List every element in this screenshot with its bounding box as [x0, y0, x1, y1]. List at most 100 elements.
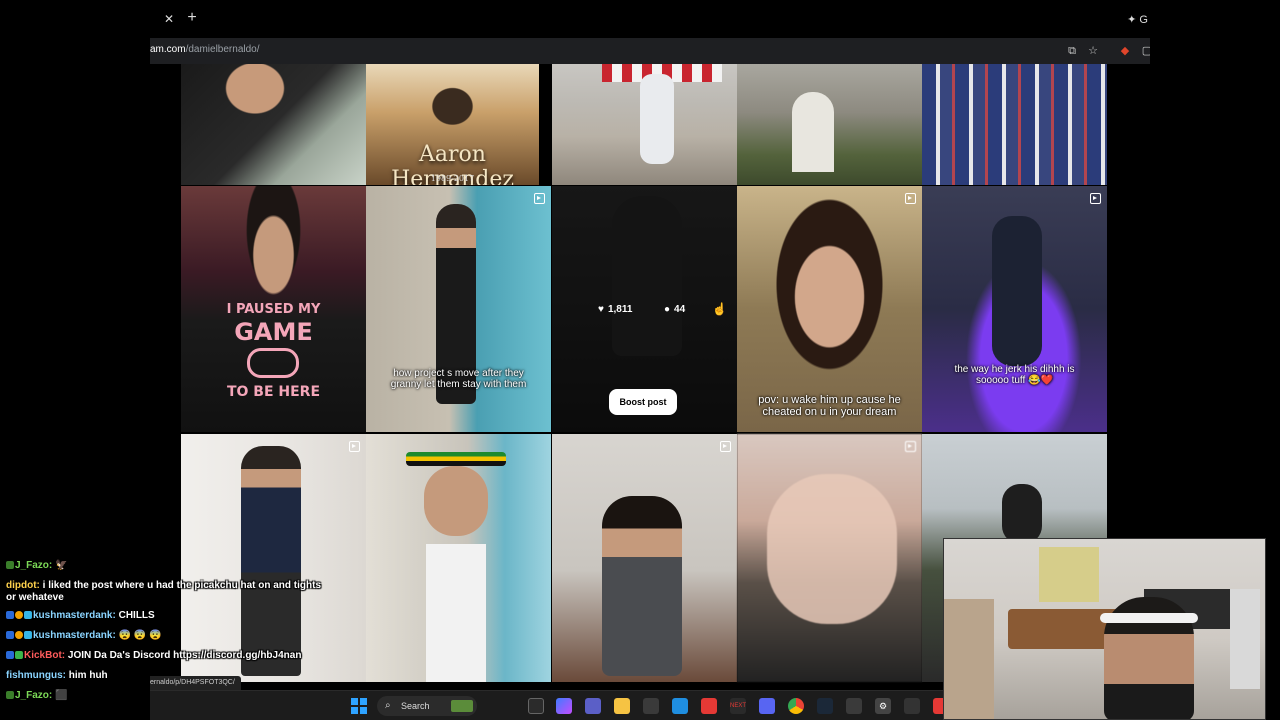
- chat-username: J_Fazo:: [15, 690, 53, 701]
- reel-icon: [720, 441, 731, 452]
- chat-message: J_Fazo: 🦅: [6, 560, 326, 572]
- extension-icon[interactable]: ◆: [1118, 44, 1132, 58]
- tank-top: [426, 544, 486, 682]
- chat-text: CHILLS: [118, 610, 155, 621]
- close-tab-icon[interactable]: ✕: [162, 12, 176, 26]
- edge-icon[interactable]: [672, 698, 688, 714]
- tab-bar: ✕ + ✦ G: [150, 0, 1150, 38]
- windows-start-icon[interactable]: [351, 698, 367, 714]
- reel-icon: [905, 441, 916, 452]
- shirt-text-line2: GAME: [234, 318, 313, 346]
- post-tile[interactable]: the way he jerk his dihhh is sooooo tuff…: [922, 186, 1107, 432]
- memorial-years: 1989-2017: [430, 174, 475, 183]
- stream-chat: J_Fazo: 🦅 dipdot: i liked the post where…: [6, 560, 326, 710]
- chat-badge-icon: [24, 611, 32, 619]
- chat-badge-icon: [24, 631, 32, 639]
- person-figure: [602, 496, 682, 676]
- controller-graphic: [247, 348, 299, 378]
- side-panel-icon[interactable]: ▢: [1140, 44, 1150, 58]
- post-tile[interactable]: [737, 64, 922, 185]
- chat-message: dipdot: i liked the post where u had the…: [6, 580, 326, 604]
- chat-badge-icon: [6, 561, 14, 569]
- gemini-button[interactable]: ✦ G: [1121, 12, 1150, 28]
- blurred-face: [767, 474, 897, 624]
- comment-bubble-icon: ●: [664, 304, 671, 315]
- person-figure: [1002, 484, 1042, 544]
- install-app-icon[interactable]: ⧉: [1065, 44, 1079, 58]
- post-tile[interactable]: how project s move after they granny let…: [366, 186, 551, 432]
- shirt-text-line3: TO BE HERE: [226, 384, 321, 400]
- face: [424, 466, 488, 536]
- new-tab-button[interactable]: +: [184, 10, 200, 26]
- post-tile[interactable]: I PAUSED MY GAME TO BE HERE: [181, 186, 366, 432]
- address-bar[interactable]: am.com/damielbernaldo/ ⧉ ☆ ◆ ▢: [150, 38, 1150, 64]
- chrome-icon[interactable]: [788, 698, 804, 714]
- post-tile[interactable]: Aaron Hernandez 1989-2017: [366, 64, 539, 185]
- steam-icon[interactable]: [817, 698, 833, 714]
- post-caption: pov: u wake him up cause he cheated on u…: [758, 394, 901, 418]
- chat-text: i liked the post where u had the picakch…: [6, 580, 322, 603]
- post-tile[interactable]: pov: u wake him up cause he cheated on u…: [737, 186, 922, 432]
- app-gray-icon[interactable]: [846, 698, 862, 714]
- url-host: am.com: [150, 44, 186, 55]
- file-explorer-icon[interactable]: [614, 698, 630, 714]
- chat-username: fishmungus:: [6, 670, 66, 681]
- post-tile[interactable]: [552, 434, 737, 682]
- reel-icon: [349, 441, 360, 452]
- shelf: [1230, 589, 1260, 689]
- app-dark-icon[interactable]: [904, 698, 920, 714]
- streamer-webcam: [943, 538, 1266, 720]
- chat-text: 😨 😨 😨: [118, 630, 162, 641]
- headset: [1100, 613, 1198, 623]
- post-tile[interactable]: [922, 64, 1107, 185]
- bookmark-star-icon[interactable]: ☆: [1086, 44, 1100, 58]
- chat-badge-icon: [6, 691, 14, 699]
- person-figure: [640, 74, 674, 164]
- chat-badge-icon: [6, 611, 14, 619]
- chat-text: JOIN Da Da's Discord https://discord.gg/…: [67, 650, 302, 661]
- chat-username: kushmasterdank:: [33, 630, 116, 641]
- teams-icon[interactable]: [585, 698, 601, 714]
- chat-message: KickBot: JOIN Da Da's Discord https://di…: [6, 650, 326, 662]
- taskbar-search[interactable]: ⌕ Search: [377, 696, 477, 716]
- app-red-icon[interactable]: [701, 698, 717, 714]
- chat-username: J_Fazo:: [15, 560, 53, 571]
- settings-gear-icon[interactable]: ⚙: [875, 698, 891, 714]
- chat-message: kushmasterdank: CHILLS: [6, 610, 326, 622]
- like-count-value: 1,811: [607, 304, 633, 315]
- chat-badge-icon: [6, 631, 14, 639]
- like-count: ♥ 1,811: [598, 304, 632, 315]
- copilot-icon[interactable]: [556, 698, 572, 714]
- yellow-box: [1039, 547, 1099, 602]
- post-tile[interactable]: [552, 64, 737, 185]
- url-text[interactable]: am.com/damielbernaldo/: [150, 44, 260, 55]
- post-tile[interactable]: [366, 434, 551, 682]
- chat-text: ⬛: [55, 690, 68, 701]
- search-icon: ⌕: [385, 700, 391, 711]
- boost-post-button[interactable]: Boost post: [609, 389, 677, 415]
- chat-message: fishmungus: him huh: [6, 670, 326, 682]
- reel-icon: [534, 193, 545, 204]
- reel-icon: [1090, 193, 1101, 204]
- chat-badge-icon: [15, 651, 23, 659]
- arched-window: [792, 92, 834, 172]
- chat-username: KickBot:: [24, 650, 66, 661]
- heart-icon: ♥: [598, 304, 604, 315]
- app-next-icon[interactable]: NEXT: [730, 698, 746, 714]
- store-icon[interactable]: [643, 698, 659, 714]
- post-tile[interactable]: [737, 434, 922, 682]
- chat-badge-icon: [6, 651, 14, 659]
- post-tile-hovered[interactable]: ♥ 1,811 ● 44 Boost post ☝: [552, 186, 737, 432]
- discord-icon[interactable]: [759, 698, 775, 714]
- shirt-text-line1: I PAUSED MY: [226, 302, 321, 317]
- chat-text: 🦅: [55, 560, 68, 571]
- post-tile[interactable]: [181, 64, 366, 185]
- person-figure: [992, 216, 1042, 366]
- post-caption: the way he jerk his dihhh is sooooo tuff…: [954, 364, 1075, 386]
- comment-count: ● 44: [664, 304, 685, 315]
- task-view-icon[interactable]: [528, 698, 544, 714]
- chat-badge-icon: [15, 611, 23, 619]
- chat-username: dipdot:: [6, 580, 40, 591]
- comment-count-value: 44: [674, 304, 686, 315]
- url-path: /damielbernaldo/: [185, 44, 260, 55]
